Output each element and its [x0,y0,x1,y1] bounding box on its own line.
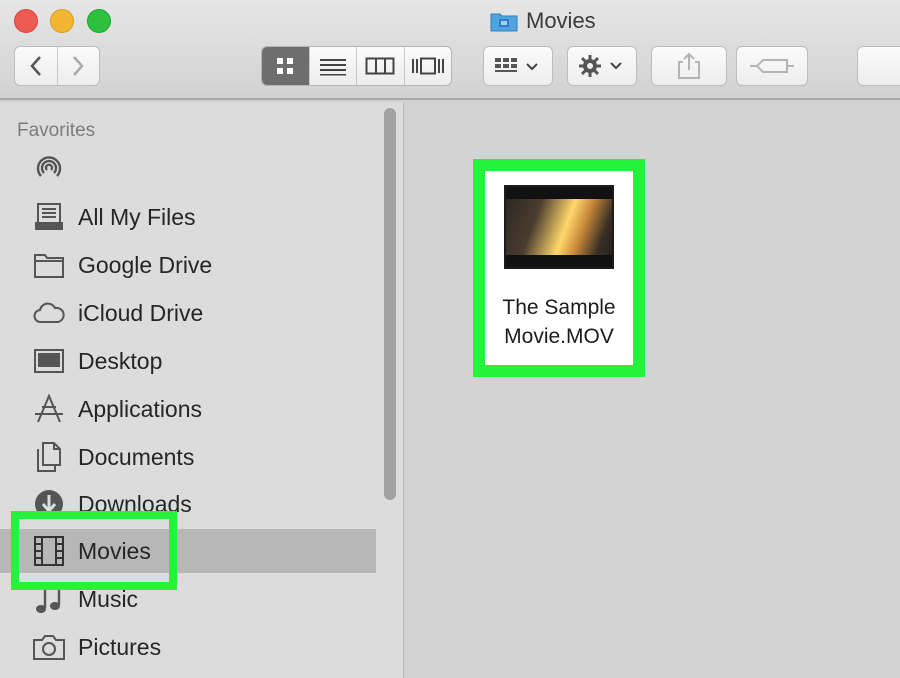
arrange-button[interactable] [483,46,553,86]
zoom-window-button[interactable] [87,9,111,33]
desktop-icon [32,344,66,378]
tag-icon [750,59,794,73]
file-item-sample-movie[interactable]: The Sample Movie.MOV [473,159,645,377]
film-icon [32,534,66,568]
close-window-button[interactable] [14,9,38,33]
sidebar-item-google-drive[interactable]: Google Drive [0,243,376,287]
applications-icon [32,392,66,426]
columns-icon [365,57,395,75]
sidebar-item-airdrop[interactable] [0,146,376,190]
window-toolbar: Movies [0,0,900,100]
sidebar-item-music[interactable]: Music [0,577,376,621]
sidebar-item-downloads[interactable]: Downloads [0,482,376,526]
movies-folder-icon [490,10,518,32]
forward-button[interactable] [58,47,100,85]
cover-flow-icon [411,57,444,75]
file-name: The Sample Movie.MOV [502,296,616,348]
window-title: Movies [490,6,596,36]
movie-thumbnail [504,185,614,269]
back-button[interactable] [15,47,58,85]
action-button[interactable] [567,46,637,86]
sidebar: Favorites All My Files Google Drive iClo… [0,102,404,678]
tags-button[interactable] [736,46,808,86]
documents-icon [32,440,66,474]
navigation-buttons [14,46,100,86]
view-mode-selector [261,46,452,86]
icon-view-button[interactable] [262,47,310,85]
sidebar-item-movies[interactable]: Movies [0,529,376,573]
folder-icon [32,248,66,282]
minimize-window-button[interactable] [50,9,74,33]
camera-icon [32,630,66,664]
music-icon [32,582,66,616]
list-icon [319,59,346,76]
downloads-icon [32,487,66,521]
gear-icon [579,55,622,77]
sidebar-item-applications[interactable]: Applications [0,387,376,431]
list-view-button[interactable] [310,47,357,85]
share-icon [678,52,700,79]
sidebar-item-icloud-drive[interactable]: iCloud Drive [0,291,376,335]
chevron-left-icon [30,56,41,76]
cover-flow-view-button[interactable] [405,47,452,85]
sidebar-scrollbar[interactable] [384,108,396,500]
sidebar-item-all-my-files[interactable]: All My Files [0,195,376,239]
search-field[interactable] [857,46,900,86]
chevron-right-icon [73,56,84,76]
airdrop-icon [32,151,66,185]
sidebar-item-desktop[interactable]: Desktop [0,339,376,383]
cloud-icon [32,296,66,330]
arrange-icon [495,58,538,72]
sidebar-item-pictures[interactable]: Pictures [0,625,376,669]
sidebar-item-documents[interactable]: Documents [0,435,376,479]
grid-icon [277,58,294,74]
share-button[interactable] [651,46,727,86]
all-files-icon [32,200,66,234]
sidebar-heading-favorites: Favorites [17,120,96,141]
column-view-button[interactable] [357,47,405,85]
